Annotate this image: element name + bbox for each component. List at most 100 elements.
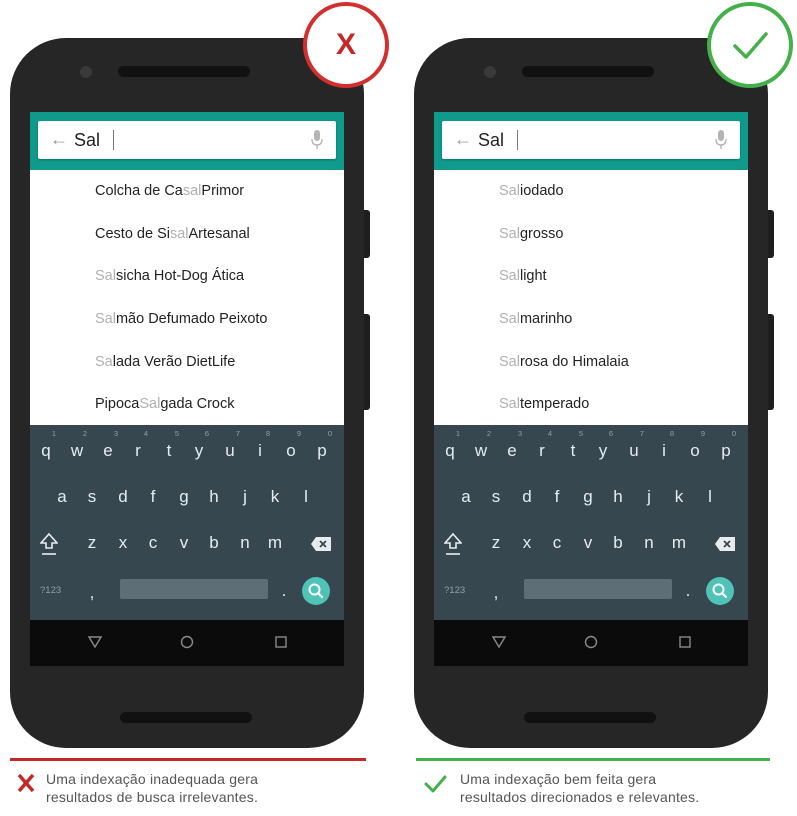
key-y[interactable]: y6 [589,429,617,461]
key-y[interactable]: y6 [185,429,213,461]
key-w[interactable]: w2 [467,429,495,461]
symbols-key[interactable]: ?123 [40,585,61,596]
key-a[interactable]: a [452,487,480,507]
suggestion-text-match: sal [182,183,202,200]
microphone-icon[interactable] [310,129,324,151]
key-d[interactable]: d [513,487,541,507]
key-d[interactable]: d [109,487,137,507]
key-s[interactable]: s [482,487,510,507]
key-h[interactable]: h [604,487,632,507]
key-o[interactable]: o9 [277,429,305,461]
home-nav-icon[interactable] [180,635,194,649]
suggestion-item[interactable]: Sal iodado [434,170,748,213]
key-x[interactable]: x [109,533,137,553]
key-r[interactable]: r4 [124,429,152,461]
suggestion-item[interactable]: Sal grosso [434,213,748,256]
suggestion-item[interactable]: Sal light [434,255,748,298]
suggestion-item[interactable]: Sal marinho [434,298,748,341]
key-s[interactable]: s [78,487,106,507]
key-v[interactable]: v [170,533,198,553]
key-j[interactable]: j [635,487,663,507]
key-f[interactable]: f [543,487,571,507]
suggestion-text-after: grosso [519,225,564,242]
key-l[interactable]: l [696,487,724,507]
back-nav-icon[interactable] [492,636,506,648]
suggestion-item[interactable]: Sal sicha Hot-Dog Ática [30,255,344,298]
search-input[interactable]: ← Sal [38,121,336,159]
search-input[interactable]: ← Sal [442,121,740,159]
microphone-icon[interactable] [714,129,728,151]
key-v[interactable]: v [574,533,602,553]
key-i[interactable]: i8 [650,429,678,461]
key-c[interactable]: c [139,533,167,553]
key-g[interactable]: g [170,487,198,507]
suggestion-item[interactable]: Pipoca Sal gada Crock [30,383,344,426]
key-i[interactable]: i8 [246,429,274,461]
search-key[interactable] [706,577,734,605]
key-number-hint: 9 [296,429,302,438]
key-e[interactable]: e3 [94,429,122,461]
key-q[interactable]: q1 [436,429,464,461]
good-example-panel: ← Sal Sal iodado Sal grosso Sal light Sal m… [404,0,794,816]
key-g[interactable]: g [574,487,602,507]
suggestion-text-after: iodado [519,183,564,200]
key-x[interactable]: x [513,533,541,553]
back-arrow-icon[interactable]: ← [454,129,472,149]
recents-nav-icon[interactable] [275,636,287,648]
back-nav-icon[interactable] [88,636,102,648]
suggestion-text-after: mão Defumado Peixoto [115,311,268,328]
suggestion-text-match: Sal [499,268,520,285]
suggestion-item[interactable]: Sal temperado [434,383,748,426]
key-u[interactable]: u7 [620,429,648,461]
comma-key[interactable]: , [482,583,510,603]
shift-key-icon[interactable] [40,532,58,556]
shift-key-icon[interactable] [444,532,462,556]
period-key[interactable]: . [674,581,702,601]
suggestion-item[interactable]: Sa lada Verão DietLife [30,340,344,383]
suggestion-item[interactable]: Sal rosa do Himalaia [434,340,748,383]
key-b[interactable]: b [200,533,228,553]
key-j[interactable]: j [231,487,259,507]
key-a[interactable]: a [48,487,76,507]
key-k[interactable]: k [665,487,693,507]
key-r[interactable]: r4 [528,429,556,461]
key-z[interactable]: z [78,533,106,553]
symbols-key[interactable]: ?123 [444,585,465,596]
key-q[interactable]: q1 [32,429,60,461]
key-l[interactable]: l [292,487,320,507]
key-c[interactable]: c [543,533,571,553]
backspace-key-icon[interactable] [714,536,736,552]
suggestion-item[interactable]: Cesto de Si sal Artesanal [30,213,344,256]
key-b[interactable]: b [604,533,632,553]
keyboard: q 1 w 2 e 3 r 4 t 5 y 6 u 7 i 8 o 9 p 0 a s d f g h j k l z x c v b n m ?123… [30,425,344,620]
space-key[interactable] [524,579,672,599]
key-p[interactable]: p0 [712,429,740,461]
suggestion-item[interactable]: Sal mão Defumado Peixoto [30,298,344,341]
suggestion-item[interactable]: Colcha de Ca sal Primor [30,170,344,213]
period-key[interactable]: . [270,581,298,601]
key-z[interactable]: z [482,533,510,553]
key-w[interactable]: w2 [63,429,91,461]
key-h[interactable]: h [200,487,228,507]
recents-nav-icon[interactable] [679,636,691,648]
key-m[interactable]: m [261,533,289,553]
key-number-hint: 4 [547,429,553,438]
key-e[interactable]: e3 [498,429,526,461]
key-u[interactable]: u7 [216,429,244,461]
key-p[interactable]: p0 [308,429,336,461]
search-key[interactable] [302,577,330,605]
comma-key[interactable]: , [78,583,106,603]
key-t[interactable]: t5 [559,429,587,461]
key-number-hint: 6 [204,429,210,438]
key-k[interactable]: k [261,487,289,507]
home-nav-icon[interactable] [584,635,598,649]
key-f[interactable]: f [139,487,167,507]
backspace-key-icon[interactable] [310,536,332,552]
key-o[interactable]: o9 [681,429,709,461]
space-key[interactable] [120,579,268,599]
key-n[interactable]: n [231,533,259,553]
key-t[interactable]: t5 [155,429,183,461]
key-m[interactable]: m [665,533,693,553]
key-n[interactable]: n [635,533,663,553]
back-arrow-icon[interactable]: ← [50,129,68,149]
